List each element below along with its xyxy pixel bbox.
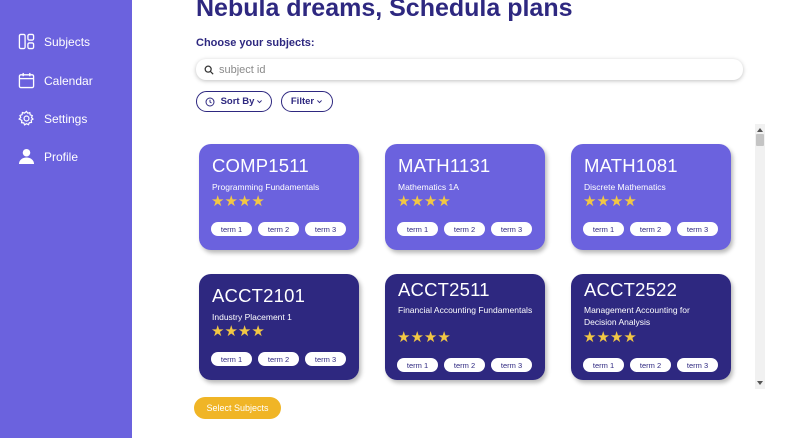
- gear-icon: [18, 110, 34, 126]
- subject-card[interactable]: ACCT2101 Industry Placement 1 ★★★★ term …: [199, 274, 359, 380]
- subject-code: COMP1511: [212, 155, 309, 176]
- select-subjects-button[interactable]: Select Subjects: [194, 397, 281, 419]
- term-chip[interactable]: term 2: [258, 352, 299, 366]
- subject-card[interactable]: ACCT2522 Management Accounting for Decis…: [571, 274, 731, 380]
- section-heading: Choose your subjects:: [196, 37, 315, 49]
- subject-code: ACCT2522: [584, 279, 678, 300]
- rating-stars: ★★★★: [583, 193, 637, 210]
- clock-icon: [205, 96, 215, 107]
- page-title: Nebula dreams, Schedula plans: [196, 0, 573, 22]
- term-chip[interactable]: term 1: [583, 358, 624, 372]
- subject-card[interactable]: MATH1081 Discrete Mathematics ★★★★ term …: [571, 144, 731, 250]
- sidebar-item-label: Profile: [44, 149, 79, 164]
- scroll-up-arrow[interactable]: [757, 128, 763, 132]
- sidebar-item-label: Calendar: [44, 73, 93, 88]
- subject-name: Financial Accounting Fundamentals: [398, 305, 533, 315]
- subject-code: ACCT2101: [212, 285, 306, 306]
- rating-stars: ★★★★: [397, 329, 451, 346]
- sidebar-item-calendar[interactable]: Calendar: [18, 72, 93, 89]
- subject-code: MATH1081: [584, 155, 678, 176]
- term-chip[interactable]: term 1: [211, 222, 252, 236]
- term-chip[interactable]: term 1: [211, 352, 252, 366]
- term-chip[interactable]: term 2: [444, 358, 485, 372]
- filter-button[interactable]: Filter: [281, 91, 333, 112]
- term-chip[interactable]: term 3: [491, 222, 532, 236]
- term-chip[interactable]: term 1: [583, 222, 624, 236]
- subject-card-grid: COMP1511 Programming Fundamentals ★★★★ t…: [196, 124, 766, 389]
- term-chip[interactable]: term 2: [444, 222, 485, 236]
- sidebar-item-profile[interactable]: Profile: [18, 148, 78, 165]
- sidebar-item-label: Subjects: [44, 34, 91, 49]
- term-chip[interactable]: term 1: [397, 358, 438, 372]
- sort-by-button[interactable]: Sort By: [196, 91, 272, 112]
- subject-card[interactable]: ACCT2511 Financial Accounting Fundamenta…: [385, 274, 545, 380]
- term-chip[interactable]: term 1: [397, 222, 438, 236]
- sidebar-item-subjects[interactable]: Subjects: [18, 33, 90, 50]
- subject-name: Management Accounting for Decision Analy…: [584, 305, 690, 327]
- subject-code: MATH1131: [398, 155, 491, 176]
- sort-by-label: Sort By: [220, 96, 255, 107]
- scroll-down-arrow[interactable]: [757, 381, 763, 385]
- term-chip[interactable]: term 3: [677, 222, 718, 236]
- sidebar-item-settings[interactable]: Settings: [18, 110, 87, 127]
- rating-stars: ★★★★: [211, 193, 265, 210]
- term-chip[interactable]: term 2: [630, 358, 671, 372]
- search-icon: [204, 65, 214, 75]
- term-chip[interactable]: term 3: [677, 358, 718, 372]
- term-chip[interactable]: term 2: [630, 222, 671, 236]
- search-input[interactable]: [219, 63, 719, 76]
- subject-code: ACCT2511: [398, 279, 490, 300]
- user-icon: [18, 148, 35, 165]
- term-chip[interactable]: term 3: [491, 358, 532, 372]
- calendar-icon: [18, 72, 35, 89]
- rating-stars: ★★★★: [211, 323, 265, 340]
- sidebar: Subjects Calendar Settings Profile: [0, 0, 132, 438]
- subject-card[interactable]: COMP1511 Programming Fundamentals ★★★★ t…: [199, 144, 359, 250]
- sidebar-item-label: Settings: [44, 111, 88, 126]
- subject-card[interactable]: MATH1131 Mathematics 1A ★★★★ term 1 term…: [385, 144, 545, 250]
- scrollbar[interactable]: [755, 124, 765, 389]
- term-chip[interactable]: term 2: [258, 222, 299, 236]
- rating-stars: ★★★★: [397, 193, 451, 210]
- chevron-down-icon: [257, 100, 263, 104]
- search-bar: [196, 59, 743, 80]
- rating-stars: ★★★★: [583, 329, 637, 346]
- layout-icon: [18, 33, 35, 50]
- scrollbar-thumb[interactable]: [756, 134, 764, 146]
- term-chip[interactable]: term 3: [305, 222, 346, 236]
- filter-label: Filter: [290, 96, 315, 107]
- chevron-down-icon: [317, 100, 323, 104]
- term-chip[interactable]: term 3: [305, 352, 346, 366]
